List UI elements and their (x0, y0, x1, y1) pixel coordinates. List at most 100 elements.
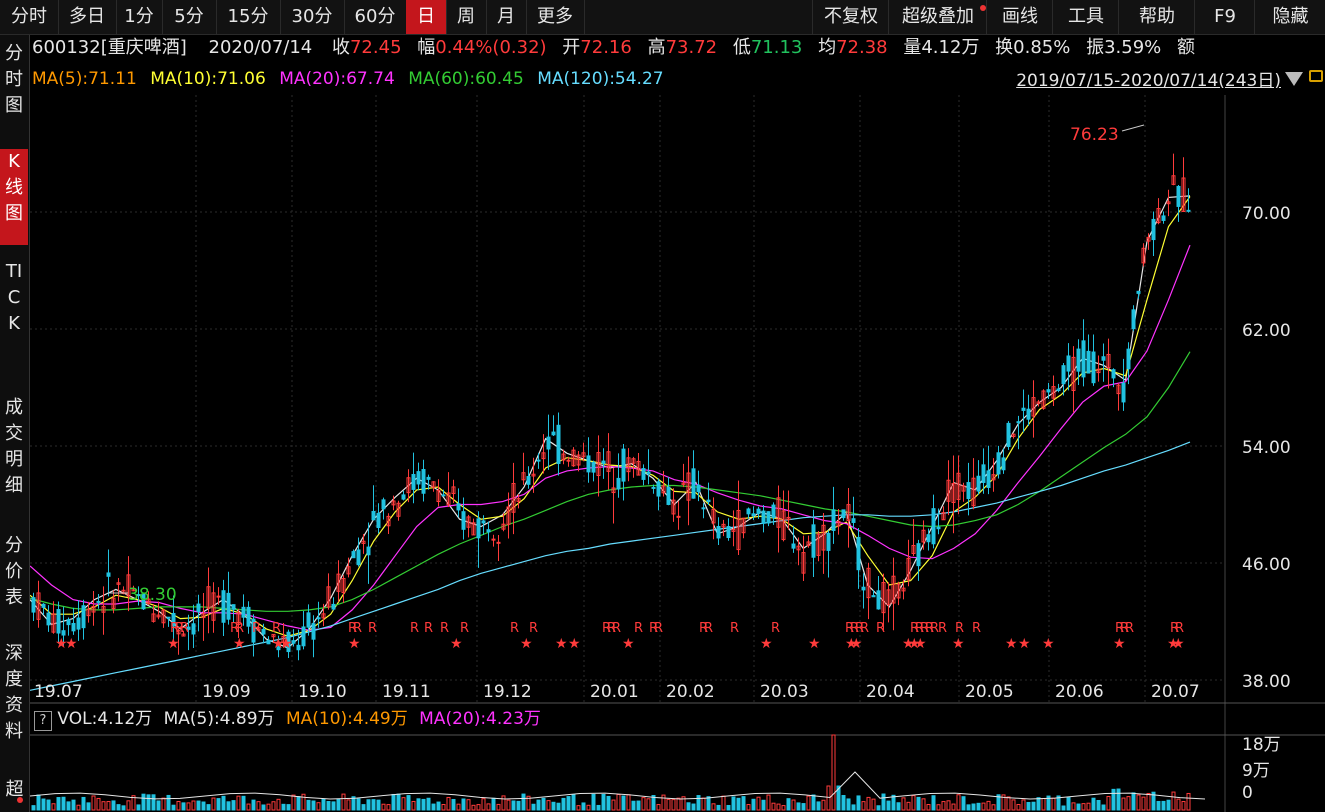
sidebar-item-depth-info[interactable]: 深度资料 (0, 641, 28, 751)
volume-bar (36, 794, 41, 811)
volume-bar (866, 796, 871, 811)
ma20-legend: MA(20):67.74 (279, 69, 395, 89)
tab-fenshi[interactable]: 分时 (0, 0, 59, 34)
volume-bar (106, 801, 111, 811)
ma20-line (30, 244, 1191, 631)
tab-15min[interactable]: 15分 (216, 0, 281, 34)
volume-bar (906, 801, 911, 811)
volume-bar (496, 803, 501, 811)
lock-icon[interactable] (1309, 70, 1323, 82)
volume-bar (446, 796, 451, 811)
volume-bar (206, 804, 211, 811)
volume-bar (661, 794, 666, 811)
volume-bar (341, 793, 346, 811)
volume-legend-row: ? VOL:4.12万 MA(5):4.89万 MA(10):4.49万 MA(… (34, 704, 541, 734)
sidebar-item-tick[interactable]: TICK (0, 259, 28, 369)
sidebar-item-timeshare[interactable]: 分时图 (0, 41, 28, 121)
tab-5min[interactable]: 5分 (162, 0, 217, 34)
candle-body (1006, 422, 1011, 448)
sidebar-item-trade-detail[interactable]: 成交明细 (0, 395, 28, 505)
tab-daily[interactable]: 日 (406, 0, 447, 34)
volume-bar (641, 797, 646, 811)
y-tick-label: 54.00 (1242, 438, 1291, 458)
draw-line-button[interactable]: 画线 (986, 0, 1053, 34)
candle-body (841, 509, 846, 519)
volume-bar (726, 804, 731, 811)
tab-multiday[interactable]: 多日 (58, 0, 117, 34)
candle-body (811, 524, 816, 558)
ma10-line (30, 196, 1191, 637)
candle-body (861, 586, 866, 591)
volume-bar (1066, 797, 1071, 811)
candle-body (641, 468, 646, 480)
tab-weekly[interactable]: 周 (446, 0, 487, 34)
f9-button[interactable]: F9 (1194, 0, 1255, 34)
volume-bar (456, 803, 461, 811)
volume-bar (851, 804, 856, 811)
tab-1min[interactable]: 1分 (116, 0, 163, 34)
r-marker: R (235, 621, 244, 636)
ma-legend-row: MA(5):71.11 MA(10):71.06 MA(20):67.74 MA… (32, 64, 664, 94)
sidebar-item-price-table[interactable]: 分价表 (0, 533, 28, 615)
volume-bar (41, 798, 46, 811)
tools-button[interactable]: 工具 (1052, 0, 1119, 34)
hide-button[interactable]: 隐藏 (1254, 0, 1325, 34)
candle-body (976, 475, 981, 492)
star-marker: ★ (555, 636, 568, 652)
candle-body (926, 534, 931, 543)
volume-bar (811, 794, 816, 811)
candle-body (761, 510, 766, 524)
volume-bar (1081, 803, 1086, 811)
no-adjust-button[interactable]: 不复权 (812, 0, 889, 34)
volume-bar (1136, 794, 1141, 811)
volume-bar (166, 794, 171, 811)
sidebar-item-kline[interactable]: K线图 (0, 149, 28, 245)
volume-bar (846, 798, 851, 811)
candle-body (41, 603, 46, 608)
help-button[interactable]: 帮助 (1118, 0, 1195, 34)
volume-bar (91, 795, 96, 811)
r-marker: R (704, 621, 713, 636)
volume-bar (461, 798, 466, 811)
amplitude-value: 3.59% (1104, 37, 1162, 58)
sidebar-item-super[interactable]: 超 (0, 777, 29, 803)
candle-body (1091, 351, 1096, 384)
tab-more[interactable]: 更多 (526, 0, 585, 34)
volume-bar (1071, 802, 1076, 811)
volume-bar (381, 803, 386, 811)
max-price-arrow (1121, 124, 1145, 132)
dropdown-arrow-icon[interactable] (1285, 72, 1303, 86)
volume-bar (476, 804, 481, 811)
volume-bar (576, 805, 581, 811)
r-marker: R (634, 621, 643, 636)
volume-bar (626, 794, 631, 811)
vol-tick-label: 18万 (1242, 735, 1281, 755)
date-range-label[interactable]: 2019/07/15-2020/07/14(243日) (1016, 66, 1281, 91)
volume-bar (716, 804, 721, 811)
volume-bar (771, 802, 776, 811)
close-label: 收 (331, 37, 350, 58)
volume-bar (1021, 799, 1026, 811)
volume-bar (1131, 792, 1136, 811)
r-marker: R (1175, 621, 1184, 636)
volume-bar (826, 785, 831, 811)
star-marker: ★ (1042, 636, 1055, 652)
tab-monthly[interactable]: 月 (486, 0, 527, 34)
volume-bar (1076, 803, 1081, 811)
volume-help-icon[interactable]: ? (34, 711, 52, 731)
x-tick-label: 20.04 (866, 682, 915, 702)
volume-bar (406, 795, 411, 811)
super-overlay-button[interactable]: 超级叠加 (888, 0, 987, 34)
volume-bar (841, 795, 846, 811)
candle-body (1066, 355, 1071, 372)
x-tick-label: 19.12 (483, 682, 532, 702)
tab-60min[interactable]: 60分 (344, 0, 407, 34)
tab-30min[interactable]: 30分 (280, 0, 345, 34)
candle-body (456, 503, 461, 511)
ma10-legend: MA(10):71.06 (150, 69, 266, 89)
candle-body (266, 640, 271, 645)
volume-bar (251, 799, 256, 811)
candle-body (1176, 185, 1181, 207)
volume-bar (1171, 791, 1176, 811)
candle-body (226, 592, 231, 620)
